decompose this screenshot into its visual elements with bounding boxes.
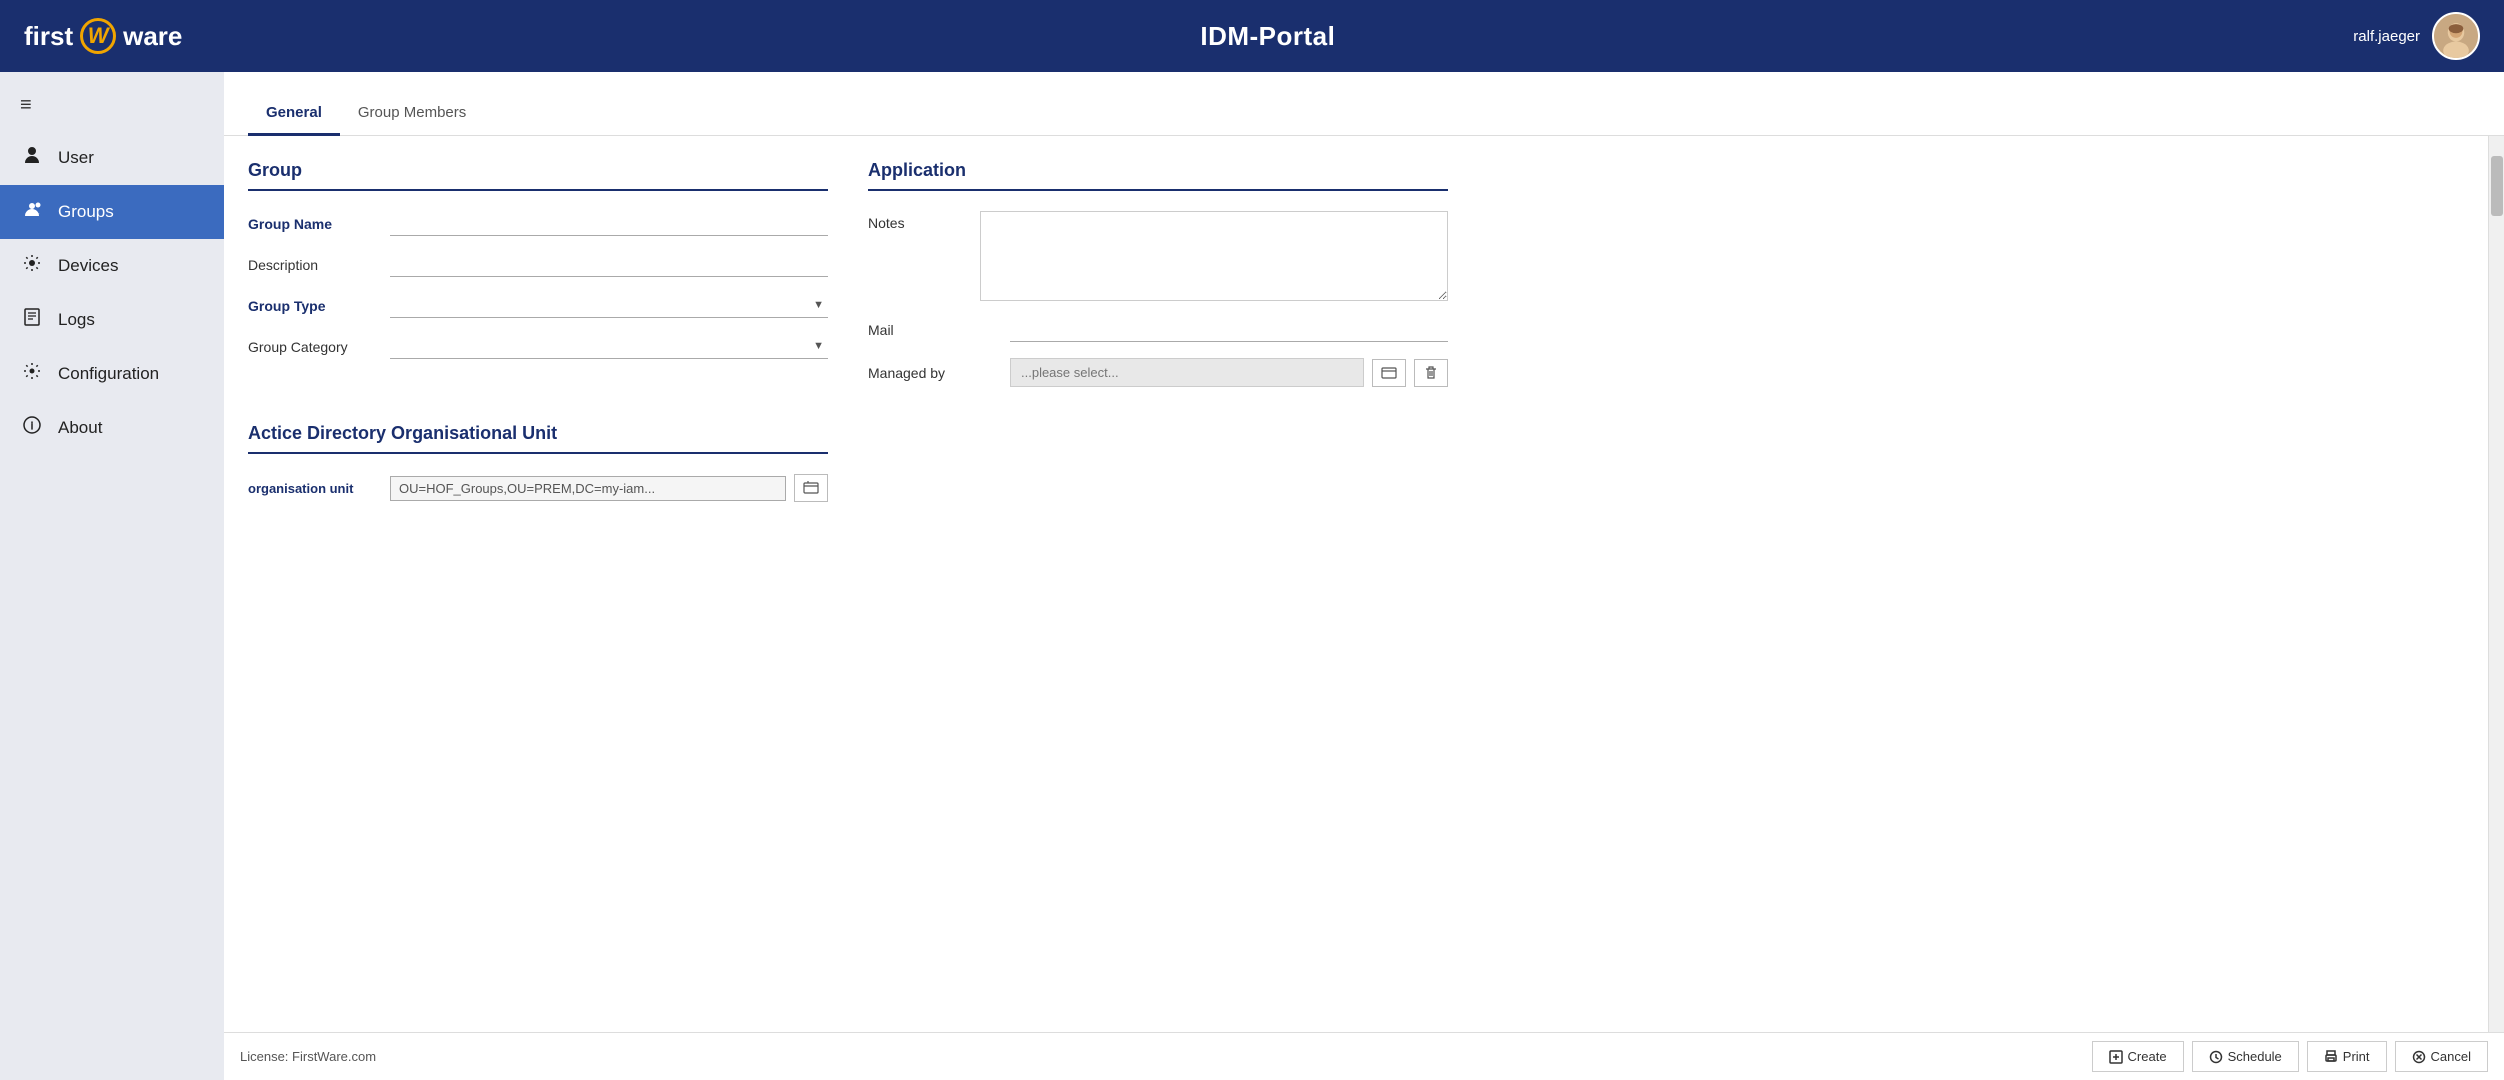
sidebar-devices-label: Devices bbox=[58, 256, 118, 276]
mail-input[interactable] bbox=[1010, 317, 1448, 342]
devices-icon bbox=[20, 253, 44, 279]
sidebar-item-about[interactable]: About bbox=[0, 401, 224, 455]
sidebar-item-groups[interactable]: Groups bbox=[0, 185, 224, 239]
footer-bar: License: FirstWare.com Create Schedule bbox=[224, 1032, 2504, 1080]
logs-icon bbox=[20, 307, 44, 333]
print-icon bbox=[2324, 1050, 2338, 1064]
logo-w-circle: W bbox=[80, 18, 116, 54]
tabs-container: General Group Members bbox=[224, 92, 2504, 136]
license-text: License: FirstWare.com bbox=[240, 1049, 376, 1064]
managed-by-browse-button[interactable] bbox=[1372, 359, 1406, 387]
ou-section-title: Actice Directory Organisational Unit bbox=[248, 423, 828, 454]
page-title: IDM-Portal bbox=[1200, 21, 1335, 52]
schedule-button[interactable]: Schedule bbox=[2192, 1041, 2299, 1072]
user-icon bbox=[20, 145, 44, 171]
hamburger-menu-button[interactable]: ≡ bbox=[0, 80, 224, 131]
managed-by-clear-button[interactable] bbox=[1414, 359, 1448, 387]
description-input[interactable] bbox=[390, 252, 828, 277]
sidebar-groups-label: Groups bbox=[58, 202, 114, 222]
cancel-icon bbox=[2412, 1050, 2426, 1064]
description-row: Description bbox=[248, 252, 828, 277]
sidebar-logs-label: Logs bbox=[58, 310, 95, 330]
group-type-select[interactable]: Security Distribution bbox=[390, 293, 828, 317]
managed-by-row: Managed by bbox=[868, 358, 1448, 387]
mail-label: Mail bbox=[868, 322, 998, 338]
group-category-select[interactable]: Global Domain Local Universal bbox=[390, 334, 828, 358]
group-category-row: Group Category Global Domain Local Unive… bbox=[248, 334, 828, 359]
sidebar-item-logs[interactable]: Logs bbox=[0, 293, 224, 347]
group-category-label: Group Category bbox=[248, 339, 378, 355]
sidebar-about-label: About bbox=[58, 418, 102, 438]
action-buttons: Create Schedule Print bbox=[2092, 1041, 2488, 1072]
application-section-title: Application bbox=[868, 160, 1448, 191]
tab-general[interactable]: General bbox=[248, 92, 340, 136]
managed-by-browse-icon bbox=[1381, 365, 1397, 381]
header: first W ware IDM-Portal ralf.jaeger bbox=[0, 0, 2504, 72]
group-name-row: Group Name bbox=[248, 211, 828, 236]
group-name-input[interactable] bbox=[390, 211, 828, 236]
managed-by-label: Managed by bbox=[868, 365, 998, 381]
about-icon bbox=[20, 415, 44, 441]
sidebar-user-label: User bbox=[58, 148, 94, 168]
schedule-icon bbox=[2209, 1050, 2223, 1064]
logo: first W ware bbox=[24, 18, 182, 54]
notes-textarea[interactable] bbox=[980, 211, 1448, 301]
sidebar: ≡ User Groups bbox=[0, 72, 224, 1080]
group-type-row: Group Type Security Distribution ▼ bbox=[248, 293, 828, 318]
notes-row: Notes bbox=[868, 211, 1448, 301]
username-display: ralf.jaeger bbox=[2353, 28, 2420, 45]
user-info: ralf.jaeger bbox=[2353, 12, 2480, 60]
sidebar-configuration-label: Configuration bbox=[58, 364, 159, 384]
print-button[interactable]: Print bbox=[2307, 1041, 2387, 1072]
logo-ware: ware bbox=[123, 21, 182, 52]
cancel-button[interactable]: Cancel bbox=[2395, 1041, 2488, 1072]
sidebar-item-devices[interactable]: Devices bbox=[0, 239, 224, 293]
managed-by-input-area bbox=[1010, 358, 1448, 387]
sidebar-item-configuration[interactable]: Configuration bbox=[0, 347, 224, 401]
create-button[interactable]: Create bbox=[2092, 1041, 2184, 1072]
group-type-select-wrapper: Security Distribution ▼ bbox=[390, 293, 828, 318]
group-name-label: Group Name bbox=[248, 216, 378, 232]
managed-by-input[interactable] bbox=[1010, 358, 1364, 387]
ou-display: OU=HOF_Groups,OU=PREM,DC=my-iam... bbox=[390, 476, 786, 501]
notes-label: Notes bbox=[868, 211, 968, 231]
tab-group-members[interactable]: Group Members bbox=[340, 92, 484, 136]
group-section-title: Group bbox=[248, 160, 828, 191]
form-left-column: Group Group Name Description Group Type bbox=[248, 160, 828, 1032]
browse-icon bbox=[803, 480, 819, 496]
trash-icon bbox=[1423, 365, 1439, 381]
group-category-select-wrapper: Global Domain Local Universal ▼ bbox=[390, 334, 828, 359]
create-icon bbox=[2109, 1050, 2123, 1064]
ou-browse-button[interactable] bbox=[794, 474, 828, 502]
description-label: Description bbox=[248, 257, 378, 273]
sidebar-item-user[interactable]: User bbox=[0, 131, 224, 185]
scrollbar-thumb bbox=[2491, 156, 2503, 216]
configuration-icon bbox=[20, 361, 44, 387]
ou-row: organisation unit OU=HOF_Groups,OU=PREM,… bbox=[248, 474, 828, 502]
ou-value-text: OU=HOF_Groups,OU=PREM,DC=my-iam... bbox=[399, 481, 777, 496]
mail-row: Mail bbox=[868, 317, 1448, 342]
group-type-label: Group Type bbox=[248, 298, 378, 314]
ou-label: organisation unit bbox=[248, 481, 378, 496]
ou-input-area: OU=HOF_Groups,OU=PREM,DC=my-iam... bbox=[390, 474, 828, 502]
avatar bbox=[2432, 12, 2480, 60]
content-area: General Group Members Group Group Name D… bbox=[224, 72, 2504, 1080]
form-right-column: Application Notes Mail Managed by bbox=[868, 160, 1448, 1032]
form-area: Group Group Name Description Group Type bbox=[224, 136, 2488, 1032]
scrollbar[interactable] bbox=[2488, 136, 2504, 1032]
logo-first: first bbox=[24, 21, 73, 52]
groups-icon bbox=[20, 199, 44, 225]
main-layout: ≡ User Groups bbox=[0, 72, 2504, 1080]
